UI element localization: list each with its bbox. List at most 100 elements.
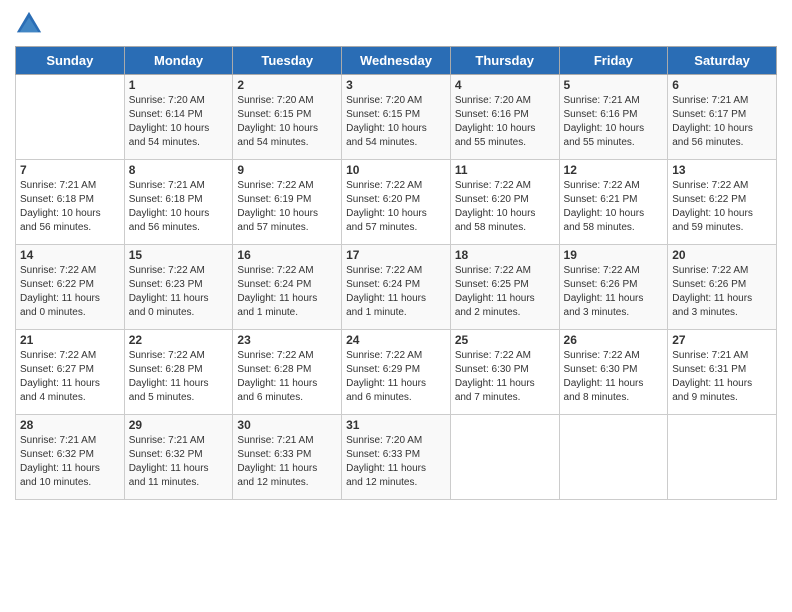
day-number: 23 — [237, 333, 337, 347]
day-cell: 10 Sunrise: 7:22 AM Sunset: 6:20 PM Dayli… — [342, 160, 451, 245]
day-cell: 29 Sunrise: 7:21 AM Sunset: 6:32 PM Dayli… — [124, 415, 233, 500]
day-number: 10 — [346, 163, 446, 177]
day-cell: 19 Sunrise: 7:22 AM Sunset: 6:26 PM Dayli… — [559, 245, 668, 330]
logo-icon — [15, 10, 43, 38]
calendar-table: SundayMondayTuesdayWednesdayThursdayFrid… — [15, 46, 777, 500]
day-number: 27 — [672, 333, 772, 347]
week-row-5: 28 Sunrise: 7:21 AM Sunset: 6:32 PM Dayli… — [16, 415, 777, 500]
day-info: Sunrise: 7:22 AM Sunset: 6:30 PM Dayligh… — [564, 349, 664, 405]
day-info: Sunrise: 7:22 AM Sunset: 6:23 PM Dayligh… — [129, 264, 229, 320]
week-row-4: 21 Sunrise: 7:22 AM Sunset: 6:27 PM Dayli… — [16, 330, 777, 415]
day-number: 8 — [129, 163, 229, 177]
day-cell: 13 Sunrise: 7:22 AM Sunset: 6:22 PM Dayli… — [668, 160, 777, 245]
day-number: 18 — [455, 248, 555, 262]
day-info: Sunrise: 7:22 AM Sunset: 6:27 PM Dayligh… — [20, 349, 120, 405]
day-number: 28 — [20, 418, 120, 432]
day-cell: 5 Sunrise: 7:21 AM Sunset: 6:16 PM Daylig… — [559, 75, 668, 160]
day-number: 26 — [564, 333, 664, 347]
day-cell: 15 Sunrise: 7:22 AM Sunset: 6:23 PM Dayli… — [124, 245, 233, 330]
day-number: 14 — [20, 248, 120, 262]
day-number: 12 — [564, 163, 664, 177]
day-info: Sunrise: 7:22 AM Sunset: 6:30 PM Dayligh… — [455, 349, 555, 405]
header-cell-tuesday: Tuesday — [233, 47, 342, 75]
day-cell: 22Sunrise: 7:22 AM Sunset: 6:28 PM Dayli… — [124, 330, 233, 415]
day-number: 13 — [672, 163, 772, 177]
day-cell: 9 Sunrise: 7:22 AM Sunset: 6:19 PM Daylig… — [233, 160, 342, 245]
day-number: 29 — [129, 418, 229, 432]
day-number: 6 — [672, 78, 772, 92]
day-number: 24 — [346, 333, 446, 347]
day-info: Sunrise: 7:21 AM Sunset: 6:16 PM Dayligh… — [564, 94, 664, 150]
day-info: Sunrise: 7:22 AM Sunset: 6:22 PM Dayligh… — [20, 264, 120, 320]
day-number: 4 — [455, 78, 555, 92]
day-cell: 26 Sunrise: 7:22 AM Sunset: 6:30 PM Dayli… — [559, 330, 668, 415]
day-info: Sunrise: 7:22 AM Sunset: 6:19 PM Dayligh… — [237, 179, 337, 235]
day-info: Sunrise: 7:20 AM Sunset: 6:15 PM Dayligh… — [237, 94, 337, 150]
day-cell: 1 Sunrise: 7:20 AM Sunset: 6:14 PM Daylig… — [124, 75, 233, 160]
day-number: 30 — [237, 418, 337, 432]
day-info: Sunrise: 7:22 AM Sunset: 6:28 PM Dayligh… — [237, 349, 337, 405]
day-cell — [559, 415, 668, 500]
day-info: Sunrise: 7:21 AM Sunset: 6:18 PM Dayligh… — [20, 179, 120, 235]
day-cell: 6 Sunrise: 7:21 AM Sunset: 6:17 PM Daylig… — [668, 75, 777, 160]
day-cell: 7 Sunrise: 7:21 AM Sunset: 6:18 PM Daylig… — [16, 160, 125, 245]
day-number: 15 — [129, 248, 229, 262]
day-info: Sunrise: 7:20 AM Sunset: 6:16 PM Dayligh… — [455, 94, 555, 150]
day-info: Sunrise: 7:22 AM Sunset: 6:20 PM Dayligh… — [346, 179, 446, 235]
week-row-1: 1 Sunrise: 7:20 AM Sunset: 6:14 PM Daylig… — [16, 75, 777, 160]
day-number: 7 — [20, 163, 120, 177]
header-cell-saturday: Saturday — [668, 47, 777, 75]
week-row-2: 7 Sunrise: 7:21 AM Sunset: 6:18 PM Daylig… — [16, 160, 777, 245]
day-number: 11 — [455, 163, 555, 177]
header-row: SundayMondayTuesdayWednesdayThursdayFrid… — [16, 47, 777, 75]
header-cell-wednesday: Wednesday — [342, 47, 451, 75]
day-cell: 20Sunrise: 7:22 AM Sunset: 6:26 PM Dayli… — [668, 245, 777, 330]
day-info: Sunrise: 7:21 AM Sunset: 6:32 PM Dayligh… — [129, 434, 229, 490]
day-number: 31 — [346, 418, 446, 432]
day-info: Sunrise: 7:21 AM Sunset: 6:33 PM Dayligh… — [237, 434, 337, 490]
day-info: Sunrise: 7:22 AM Sunset: 6:22 PM Dayligh… — [672, 179, 772, 235]
day-cell: 31Sunrise: 7:20 AM Sunset: 6:33 PM Dayli… — [342, 415, 451, 500]
day-cell: 14 Sunrise: 7:22 AM Sunset: 6:22 PM Dayli… — [16, 245, 125, 330]
header-cell-monday: Monday — [124, 47, 233, 75]
day-cell — [450, 415, 559, 500]
day-number: 19 — [564, 248, 664, 262]
day-info: Sunrise: 7:21 AM Sunset: 6:31 PM Dayligh… — [672, 349, 772, 405]
day-info: Sunrise: 7:20 AM Sunset: 6:14 PM Dayligh… — [129, 94, 229, 150]
day-info: Sunrise: 7:22 AM Sunset: 6:21 PM Dayligh… — [564, 179, 664, 235]
day-info: Sunrise: 7:21 AM Sunset: 6:32 PM Dayligh… — [20, 434, 120, 490]
day-info: Sunrise: 7:21 AM Sunset: 6:18 PM Dayligh… — [129, 179, 229, 235]
day-cell: 27 Sunrise: 7:21 AM Sunset: 6:31 PM Dayli… — [668, 330, 777, 415]
day-info: Sunrise: 7:20 AM Sunset: 6:15 PM Dayligh… — [346, 94, 446, 150]
day-cell: 23 Sunrise: 7:22 AM Sunset: 6:28 PM Dayli… — [233, 330, 342, 415]
day-number: 1 — [129, 78, 229, 92]
day-number: 5 — [564, 78, 664, 92]
day-cell: 25 Sunrise: 7:22 AM Sunset: 6:30 PM Dayli… — [450, 330, 559, 415]
day-number: 3 — [346, 78, 446, 92]
day-info: Sunrise: 7:22 AM Sunset: 6:25 PM Dayligh… — [455, 264, 555, 320]
day-cell: 12 Sunrise: 7:22 AM Sunset: 6:21 PM Dayli… — [559, 160, 668, 245]
day-number: 21 — [20, 333, 120, 347]
day-cell: 16Sunrise: 7:22 AM Sunset: 6:24 PM Dayli… — [233, 245, 342, 330]
header-cell-friday: Friday — [559, 47, 668, 75]
day-info: Sunrise: 7:21 AM Sunset: 6:17 PM Dayligh… — [672, 94, 772, 150]
day-cell: 2Sunrise: 7:20 AM Sunset: 6:15 PM Daylig… — [233, 75, 342, 160]
header-cell-sunday: Sunday — [16, 47, 125, 75]
day-cell: 8 Sunrise: 7:21 AM Sunset: 6:18 PM Daylig… — [124, 160, 233, 245]
day-cell — [16, 75, 125, 160]
day-cell: 18 Sunrise: 7:22 AM Sunset: 6:25 PM Dayli… — [450, 245, 559, 330]
page-header — [15, 10, 777, 38]
day-cell: 3 Sunrise: 7:20 AM Sunset: 6:15 PM Daylig… — [342, 75, 451, 160]
day-info: Sunrise: 7:22 AM Sunset: 6:28 PM Dayligh… — [129, 349, 229, 405]
day-info: Sunrise: 7:22 AM Sunset: 6:20 PM Dayligh… — [455, 179, 555, 235]
day-cell: 4 Sunrise: 7:20 AM Sunset: 6:16 PM Daylig… — [450, 75, 559, 160]
day-cell: 21 Sunrise: 7:22 AM Sunset: 6:27 PM Dayli… — [16, 330, 125, 415]
day-cell: 30 Sunrise: 7:21 AM Sunset: 6:33 PM Dayli… — [233, 415, 342, 500]
day-number: 25 — [455, 333, 555, 347]
day-number: 17 — [346, 248, 446, 262]
day-number: 16 — [237, 248, 337, 262]
day-cell — [668, 415, 777, 500]
day-info: Sunrise: 7:22 AM Sunset: 6:26 PM Dayligh… — [564, 264, 664, 320]
day-number: 9 — [237, 163, 337, 177]
day-cell: 11 Sunrise: 7:22 AM Sunset: 6:20 PM Dayli… — [450, 160, 559, 245]
